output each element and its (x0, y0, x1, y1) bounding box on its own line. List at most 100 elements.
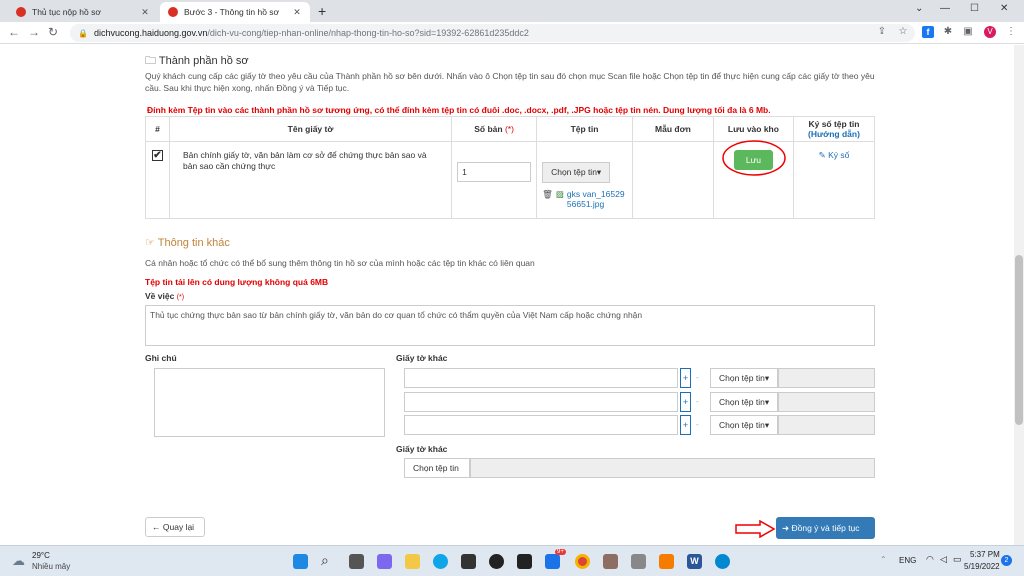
col-header-name: Tên giấy tờ (168, 116, 453, 142)
menu-kebab-icon[interactable]: ⋮ (1005, 26, 1017, 38)
notes-label: Ghi chú (145, 353, 177, 363)
volume-icon[interactable]: ◁ (940, 554, 947, 565)
new-tab-button[interactable]: + (318, 3, 326, 19)
extensions-puzzle-icon[interactable]: ✱ (942, 26, 954, 38)
app-icon-3[interactable] (659, 554, 674, 569)
page-scrollbar[interactable] (1014, 45, 1024, 545)
other-docs-label: Giấy tờ khác (396, 353, 448, 363)
url-path: /dich-vu-cong/tiep-nhan-online/nhap-thon… (207, 28, 529, 38)
reload-icon[interactable]: ↻ (48, 25, 58, 39)
task-view-icon[interactable] (349, 554, 364, 569)
other-doc-input-2[interactable] (404, 392, 678, 412)
browser-toolbar: ← → ↻ 🔒 dichvucong.haiduong.gov.vn/dich-… (0, 22, 1024, 44)
app-icon[interactable] (517, 554, 532, 569)
sign-cell: ✎ Ký số (792, 141, 876, 219)
subject-textarea[interactable]: Thủ tục chứng thực bản sao từ bản chính … (145, 305, 875, 346)
close-window-icon[interactable]: ✕ (1000, 3, 1008, 14)
lock-icon: 🔒 (78, 28, 88, 38)
profile-avatar[interactable]: V (984, 26, 996, 38)
clock-date[interactable]: 5/19/2022 (964, 562, 1000, 571)
start-windows-icon[interactable] (293, 554, 308, 569)
file-cell: Chọn tệp tin▾ 🗑 ▨ gks van_1652956651.jpg (536, 141, 633, 219)
choose-file-button-single[interactable]: Chọn tệp tin (404, 458, 470, 478)
maximize-icon[interactable]: ☐ (970, 3, 979, 14)
close-tab-icon[interactable]: ✕ (292, 7, 302, 18)
file-name-display-3 (778, 415, 875, 435)
network-app-icon[interactable] (715, 554, 730, 569)
weather-desc: Nhiều mây (32, 562, 71, 571)
close-tab-icon[interactable]: ✕ (140, 7, 150, 18)
tab-title: Bước 3 - Thông tin hồ sơ (184, 7, 280, 17)
agree-continue-button[interactable]: ➜ Đồng ý và tiếp tục (776, 517, 875, 539)
sign-help-link[interactable]: (Hướng dẫn) (794, 129, 874, 139)
col-header-num: # (145, 116, 170, 142)
tab-thu-tuc-nop-ho-so[interactable]: Thủ tục nộp hồ sơ ✕ (8, 2, 158, 22)
tab-title: Thủ tục nộp hồ sơ (32, 7, 101, 17)
file-name-display-single (470, 458, 875, 478)
bookmark-star-icon[interactable]: ☆ (897, 26, 909, 38)
choose-file-button[interactable]: Chọn tệp tin▾ (542, 162, 611, 183)
trash-icon[interactable]: 🗑 (542, 189, 553, 209)
notification-count[interactable]: 2 (1001, 555, 1012, 566)
edit-icon: ✎ (818, 150, 826, 160)
messenger-icon[interactable] (545, 554, 560, 569)
chrome-icon[interactable] (575, 554, 590, 569)
site-favicon-icon (168, 7, 178, 17)
facebook-extension-icon[interactable]: f (922, 26, 934, 38)
attached-file-link[interactable]: gks van_1652956651.jpg (567, 189, 627, 209)
remove-row-button-2[interactable]: - (696, 397, 699, 406)
site-favicon-icon (16, 7, 26, 17)
choose-file-button-3[interactable]: Chọn tệp tin▾ (710, 415, 778, 435)
count-input[interactable]: 1 (457, 162, 532, 182)
document-name: Bản chính giấy tờ, văn bản làm cơ sở để … (168, 141, 453, 219)
hand-pointer-icon: ☞ (145, 237, 155, 249)
table-row: ✔ Bản chính giấy tờ, văn bản làm cơ sở đ… (145, 140, 876, 219)
tab-buoc-3[interactable]: Bước 3 - Thông tin hồ sơ ✕ (160, 2, 310, 22)
github-icon[interactable] (489, 554, 504, 569)
remove-row-button-3[interactable]: - (696, 420, 699, 429)
choose-file-button-2[interactable]: Chọn tệp tin▾ (710, 392, 778, 412)
row-checkbox-cell: ✔ (145, 141, 170, 219)
clock-time[interactable]: 5:37 PM (970, 550, 1000, 559)
back-arrow-icon[interactable]: ← (8, 25, 20, 39)
battery-icon[interactable]: ▭ (953, 554, 962, 565)
other-doc-input-3[interactable] (404, 415, 678, 435)
side-panel-icon[interactable]: ▣ (962, 26, 974, 38)
col-header-count: Số bản (*) (451, 116, 538, 142)
minimize-icon[interactable]: — (940, 3, 950, 14)
add-row-button-1[interactable]: + (680, 368, 691, 388)
add-row-button-2[interactable]: + (680, 392, 691, 412)
file-explorer-icon[interactable] (405, 554, 420, 569)
add-row-button-3[interactable]: + (680, 415, 691, 435)
col-header-sign: Ký số tệp tin (Hướng dẫn) (792, 116, 876, 142)
address-bar[interactable]: 🔒 dichvucong.haiduong.gov.vn/dich-vu-con… (70, 24, 915, 42)
windows-taskbar: ☁ 29°C Nhiều mây ⌕ 9+ W ⌃ ENG ◠ ◁ ▭ 5:37… (0, 545, 1024, 576)
scrollbar-thumb[interactable] (1015, 255, 1023, 425)
store-icon[interactable] (461, 554, 476, 569)
tab-search-icon[interactable]: ⌄ (915, 3, 923, 14)
back-button[interactable]: ← Quay lại (145, 517, 205, 537)
chevron-up-icon[interactable]: ⌃ (880, 555, 887, 564)
count-cell: 1 (451, 141, 538, 219)
other-section-title: ☞ Thông tin khác (145, 237, 230, 249)
notes-textarea[interactable] (154, 368, 385, 437)
save-cell: Lưu (712, 140, 794, 219)
edge-browser-icon[interactable] (433, 554, 448, 569)
teams-chat-icon[interactable] (377, 554, 392, 569)
search-icon[interactable]: ⌕ (321, 552, 336, 568)
sign-link[interactable]: ✎ Ký số (819, 150, 850, 160)
docs-warning-text: Đính kèm Tệp tin vào các thành phần hồ s… (147, 105, 771, 115)
app-icon-2[interactable] (631, 554, 646, 569)
forward-arrow-icon[interactable]: → (28, 25, 40, 39)
choose-file-button-1[interactable]: Chọn tệp tin▾ (710, 368, 778, 388)
calculator-icon[interactable] (603, 554, 618, 569)
weather-cloud-icon[interactable]: ☁ (12, 553, 25, 569)
word-icon[interactable]: W (687, 554, 702, 569)
remove-row-button-1[interactable]: - (696, 373, 699, 382)
share-icon[interactable]: ⇪ (876, 26, 888, 38)
other-doc-input-1[interactable] (404, 368, 678, 388)
docs-intro-text: Quý khách cung cấp các giấy tờ theo yêu … (145, 71, 875, 93)
language-indicator[interactable]: ENG (899, 556, 916, 565)
wifi-icon[interactable]: ◠ (926, 554, 934, 565)
row-checkbox[interactable]: ✔ (152, 150, 163, 161)
